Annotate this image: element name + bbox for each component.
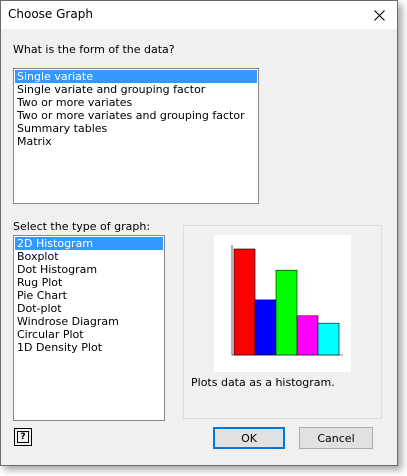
graph-type-item[interactable]: Dot Histogram xyxy=(15,263,163,276)
data-form-item[interactable]: Two or more variates xyxy=(15,96,257,109)
histogram-preview-image xyxy=(214,235,351,372)
histogram-bar xyxy=(233,248,256,356)
data-form-label: What is the form of the data? xyxy=(13,43,175,56)
graph-type-label: Select the type of graph: xyxy=(13,220,151,233)
histogram-thumbnail xyxy=(231,245,343,356)
data-form-listbox[interactable]: Single variate Single variate and groupin… xyxy=(13,68,259,204)
data-form-item[interactable]: Matrix xyxy=(15,135,257,148)
data-form-item[interactable]: Two or more variates and grouping factor xyxy=(15,109,257,122)
graph-type-listbox[interactable]: 2D Histogram Boxplot Dot Histogram Rug Plot… xyxy=(13,235,165,421)
graph-type-item[interactable]: Windrose Diagram xyxy=(15,315,163,328)
data-form-item[interactable]: Single variate xyxy=(15,70,257,83)
graph-type-item[interactable]: Circular Plot xyxy=(15,328,163,341)
histogram-bar xyxy=(254,299,277,356)
help-button[interactable]: ? xyxy=(14,428,32,446)
preview-description: Plots data as a histogram. xyxy=(191,376,335,389)
histogram-bar xyxy=(317,322,340,356)
close-icon xyxy=(373,9,385,21)
graph-type-item[interactable]: Dot-plot xyxy=(15,302,163,315)
title-bar: Choose Graph xyxy=(1,1,397,29)
data-form-item[interactable]: Summary tables xyxy=(15,122,257,135)
graph-type-item[interactable]: Pie Chart xyxy=(15,289,163,302)
ok-button[interactable]: OK xyxy=(213,427,285,449)
histogram-bar xyxy=(296,315,319,356)
graph-type-item[interactable]: Boxplot xyxy=(15,250,163,263)
graph-type-item[interactable]: 1D Density Plot xyxy=(15,341,163,354)
choose-graph-dialog: Choose Graph What is the form of the dat… xyxy=(0,0,398,466)
close-button[interactable] xyxy=(361,1,397,29)
data-form-item[interactable]: Single variate and grouping factor xyxy=(15,83,257,96)
dialog-title: Choose Graph xyxy=(8,7,93,21)
cancel-button[interactable]: Cancel xyxy=(299,427,373,449)
histogram-bar xyxy=(275,269,298,356)
graph-type-item[interactable]: 2D Histogram xyxy=(15,237,163,250)
graph-type-item[interactable]: Rug Plot xyxy=(15,276,163,289)
help-icon: ? xyxy=(17,431,29,443)
graph-preview-panel: Plots data as a histogram. xyxy=(183,225,382,419)
